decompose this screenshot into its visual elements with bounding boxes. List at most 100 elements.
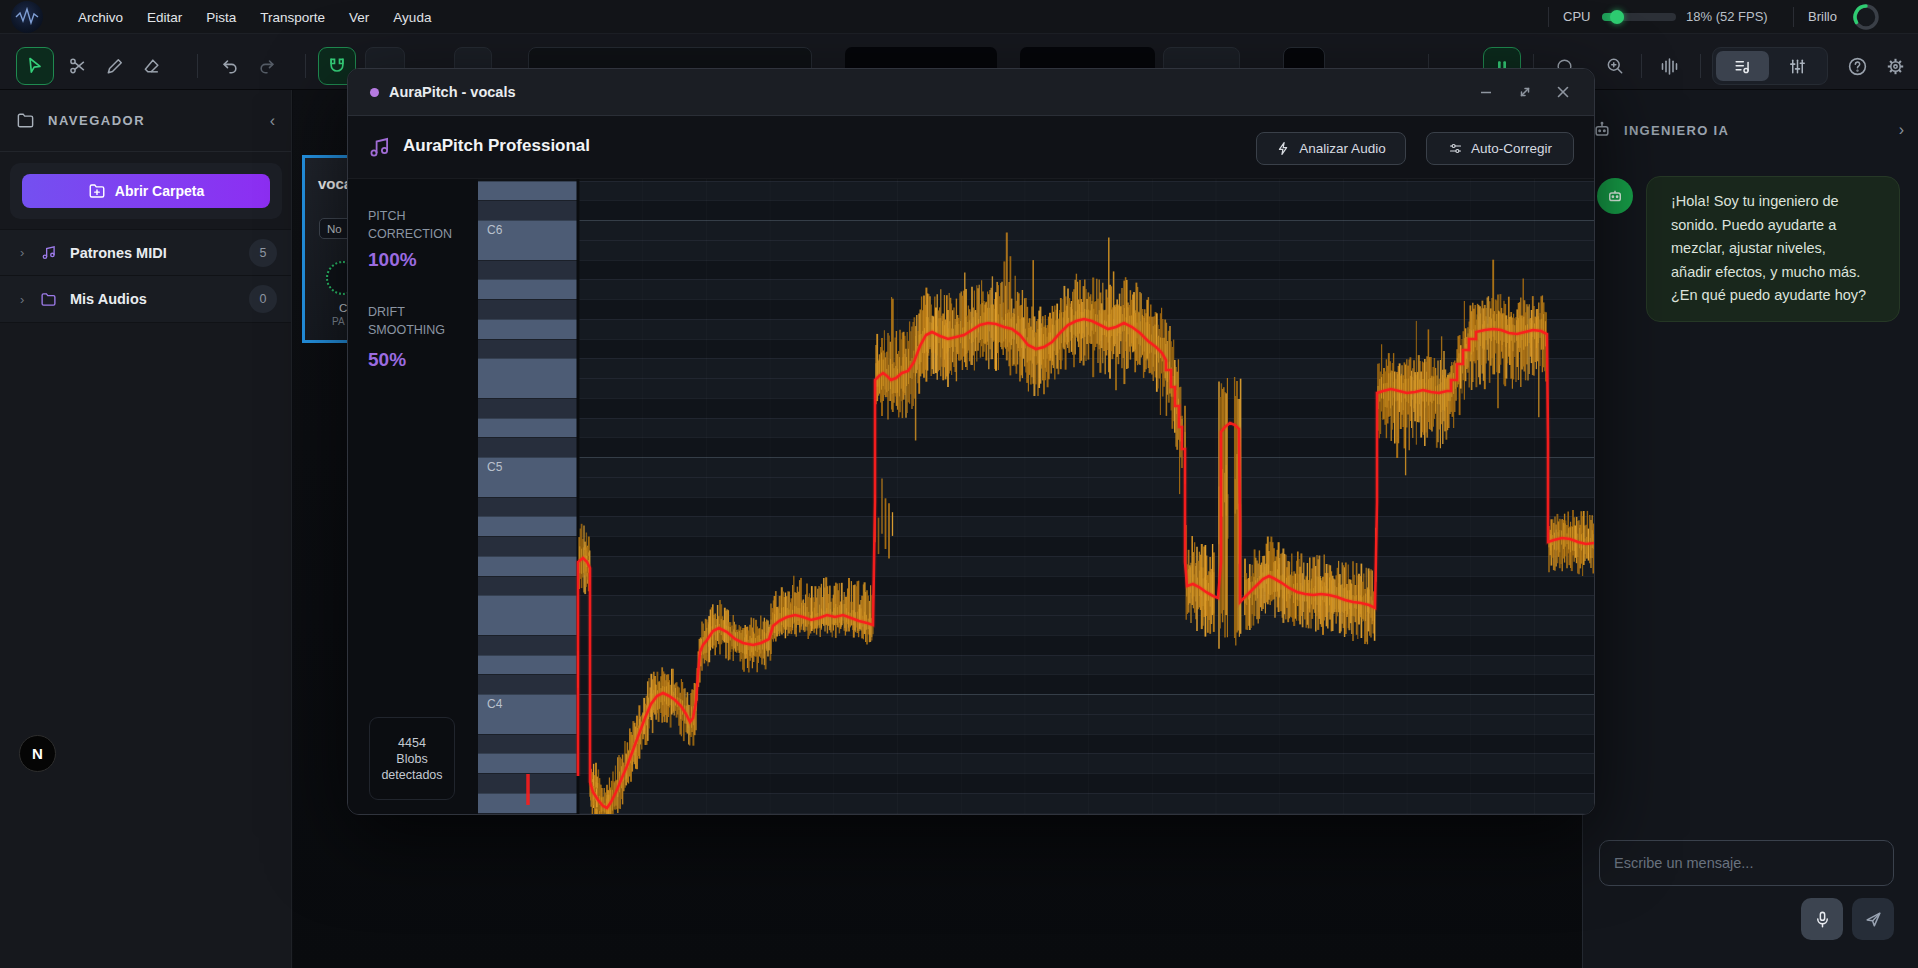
zoom-in-button[interactable]	[1596, 47, 1634, 85]
blobs-line3: detectados	[381, 768, 442, 782]
mic-icon	[1813, 910, 1832, 929]
cpu-slider[interactable]	[1602, 13, 1676, 21]
maximize-button[interactable]	[1514, 81, 1536, 103]
aurapitch-window: AuraPitch - vocals AuraPitch Professiona…	[347, 68, 1595, 815]
n-logo-letter: N	[32, 745, 43, 762]
folder-plus-icon	[88, 182, 106, 200]
robot-icon	[1606, 187, 1624, 205]
message-line: ¡Hola! Soy tu ingeniero de	[1671, 190, 1874, 214]
menu-ayuda[interactable]: Ayuda	[393, 10, 431, 25]
message-line: mezclar, ajustar niveles,	[1671, 237, 1874, 261]
send-button[interactable]	[1852, 898, 1894, 940]
ai-engineer-panel: INGENIERO IA › ¡Hola! Soy tu ingeniero d…	[1582, 90, 1918, 968]
draw-tool-button[interactable]	[96, 47, 134, 85]
divider	[197, 54, 198, 78]
select-tool-button[interactable]	[16, 47, 54, 85]
folder-icon	[40, 291, 66, 308]
menu-archivo[interactable]: Archivo	[78, 10, 123, 25]
playlist-view-button[interactable]	[1716, 51, 1769, 81]
menu-editar[interactable]: Editar	[147, 10, 182, 25]
menubar: Archivo Editar Pista Transporte Ver Ayuda CPU…	[0, 0, 1918, 34]
lightning-icon	[1276, 141, 1291, 156]
auto-correct-button[interactable]: Auto-Corregir	[1426, 132, 1574, 165]
cpu-label: CPU	[1563, 9, 1590, 24]
item-count-badge: 0	[249, 285, 277, 313]
app-logo-icon[interactable]	[11, 1, 43, 33]
close-button[interactable]	[1552, 81, 1574, 103]
drift-smoothing-label: DRIFT SMOOTHING	[368, 303, 464, 339]
undo-button[interactable]	[211, 47, 249, 85]
send-icon	[1864, 910, 1883, 929]
sliders-icon	[1448, 141, 1463, 156]
settings-button[interactable]	[1876, 47, 1914, 85]
cpu-usage-text: 18% (52 FPS)	[1686, 9, 1768, 24]
plugin-title: AuraPitch Professional	[403, 136, 590, 156]
robot-icon	[1592, 120, 1612, 140]
browser-sidebar: NAVEGADOR ‹ Abrir Carpeta › Patrones MIDI…	[0, 90, 292, 968]
chat-message-input[interactable]	[1599, 840, 1894, 886]
blobs-detected-box: 4454 Blobs detectados	[369, 717, 455, 800]
view-toggle	[1712, 47, 1828, 85]
knob-label-2: PA	[332, 316, 345, 327]
collapse-sidebar-icon[interactable]: ‹	[270, 112, 275, 130]
analyze-audio-button[interactable]: Analizar Audio	[1256, 132, 1406, 165]
folder-icon	[16, 111, 35, 130]
pitch-correction-value[interactable]: 100%	[368, 249, 417, 271]
erase-tool-button[interactable]	[133, 47, 171, 85]
divider	[1793, 7, 1794, 27]
open-folder-panel: Abrir Carpeta	[10, 163, 282, 219]
chevron-right-icon[interactable]: ›	[20, 245, 40, 260]
expand-panel-icon[interactable]: ›	[1899, 121, 1904, 139]
piano-roll[interactable]: C6C5C4	[478, 179, 1595, 815]
window-status-dot	[370, 88, 379, 97]
menu-items: Archivo Editar Pista Transporte Ver Ayuda	[78, 0, 431, 34]
browser-header: NAVEGADOR ‹	[0, 90, 291, 152]
cut-tool-button[interactable]	[59, 47, 97, 85]
menu-ver[interactable]: Ver	[349, 10, 369, 25]
brightness-knob[interactable]	[1850, 1, 1882, 33]
item-count-badge: 5	[249, 239, 277, 267]
help-button[interactable]	[1838, 47, 1876, 85]
pitch-correction-label: PITCH CORRECTION	[368, 207, 464, 243]
pitch-settings-panel: PITCH CORRECTION 100% DRIFT SMOOTHING 50…	[348, 179, 478, 815]
ai-panel-header: INGENIERO IA ›	[1583, 90, 1918, 170]
mixer-view-button[interactable]	[1771, 51, 1824, 81]
plugin-body: PITCH CORRECTION 100% DRIFT SMOOTHING 50…	[348, 178, 1594, 815]
sidebar-item-label: Patrones MIDI	[70, 245, 249, 261]
divider	[1548, 7, 1549, 27]
menu-transporte[interactable]: Transporte	[260, 10, 325, 25]
window-title: AuraPitch - vocals	[389, 84, 516, 100]
daw-app: Archivo Editar Pista Transporte Ver Ayuda CPU…	[0, 0, 1918, 968]
sidebar-item-label: Mis Audios	[70, 291, 249, 307]
browser-title: NAVEGADOR	[48, 113, 270, 128]
sidebar-item-patrones-midi[interactable]: › Patrones MIDI5	[0, 229, 291, 276]
browser-items: › Patrones MIDI5 › Mis Audios0	[0, 229, 291, 323]
chevron-right-icon[interactable]: ›	[20, 292, 40, 307]
sidebar-item-mis-audios[interactable]: › Mis Audios0	[0, 276, 291, 323]
message-line: sonido. Puedo ayudarte a	[1671, 214, 1874, 238]
divider	[1700, 54, 1701, 78]
plugin-header: AuraPitch Professional Analizar Audio Au…	[348, 116, 1594, 178]
minimize-button[interactable]	[1475, 81, 1497, 103]
blobs-count: 4454	[398, 736, 426, 750]
waveform-view-button[interactable]	[1650, 47, 1688, 85]
cpu-slider-knob[interactable]	[1610, 10, 1624, 24]
n-logo[interactable]: N	[19, 735, 56, 772]
ai-avatar	[1597, 178, 1633, 214]
menu-pista[interactable]: Pista	[206, 10, 236, 25]
message-line: añadir efectos, y mucho más.	[1671, 261, 1874, 285]
redo-button[interactable]	[248, 47, 286, 85]
ai-panel-title: INGENIERO IA	[1624, 123, 1899, 138]
drift-smoothing-value[interactable]: 50%	[368, 349, 406, 371]
pitch-curve	[478, 179, 1595, 815]
window-titlebar[interactable]: AuraPitch - vocals	[348, 69, 1594, 116]
analyze-audio-label: Analizar Audio	[1299, 141, 1385, 156]
message-line: ¿En qué puedo ayudarte hoy?	[1671, 284, 1874, 308]
midi-note-icon	[40, 244, 66, 261]
open-folder-button[interactable]: Abrir Carpeta	[22, 174, 270, 208]
mic-button[interactable]	[1801, 898, 1843, 940]
open-folder-label: Abrir Carpeta	[115, 183, 204, 199]
ai-message-bubble: ¡Hola! Soy tu ingeniero desonido. Puedo …	[1646, 176, 1900, 322]
divider	[305, 54, 306, 78]
auto-correct-label: Auto-Corregir	[1471, 141, 1552, 156]
